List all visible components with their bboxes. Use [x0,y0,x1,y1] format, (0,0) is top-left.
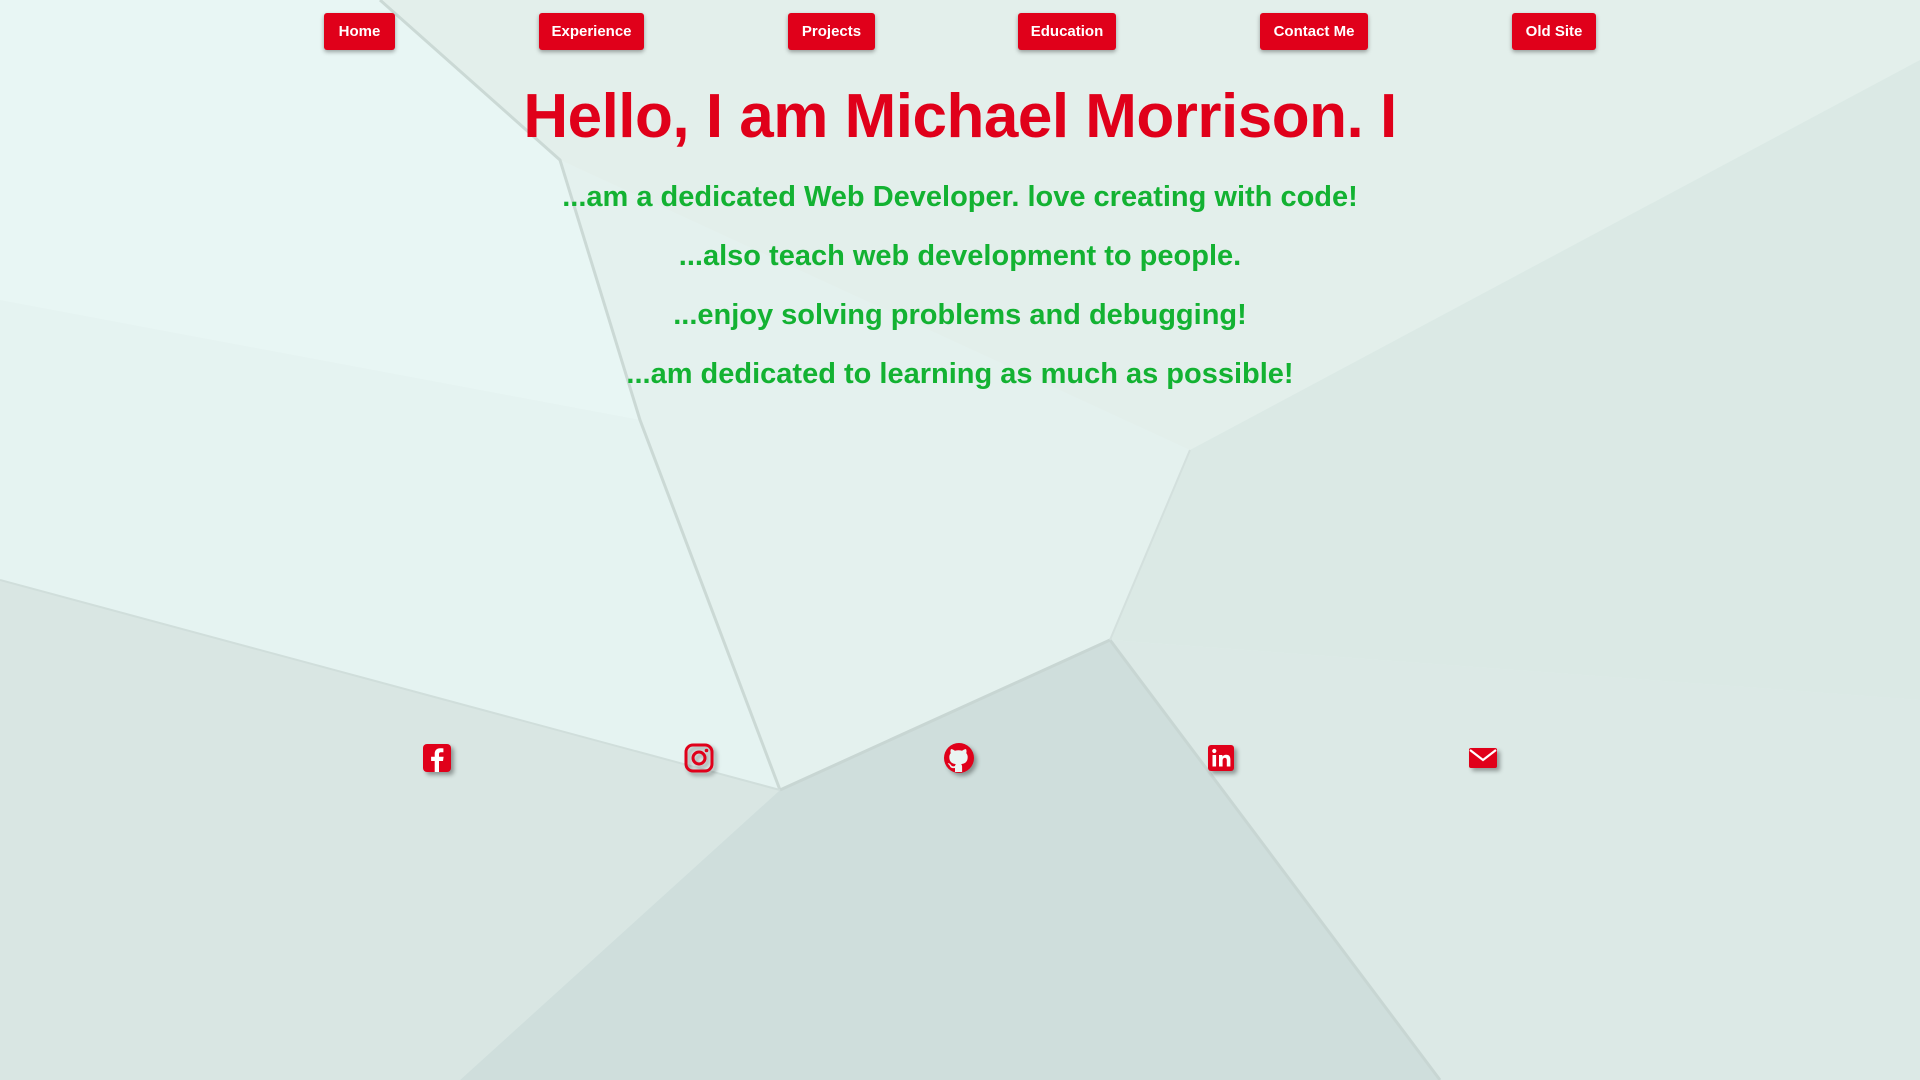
tagline-item: ...am dedicated to learning as much as p… [626,358,1294,390]
github-icon[interactable] [942,741,976,775]
facebook-icon[interactable] [420,741,454,775]
nav-education-button[interactable]: Education [1018,13,1116,50]
hero-heading: Hello, I am Michael Morrison. I [523,82,1397,151]
tagline-item: ...enjoy solving problems and debugging! [673,299,1247,331]
nav-experience-button[interactable]: Experience [539,13,644,50]
instagram-icon[interactable] [682,741,716,775]
nav-projects-button[interactable]: Projects [788,13,875,50]
tagline-list: ...am a dedicated Web Developer. love cr… [0,168,1920,404]
tagline-item: ...also teach web development to people. [678,240,1242,272]
social-links [0,741,1920,781]
nav-home-button[interactable]: Home [324,13,395,50]
linkedin-icon[interactable] [1204,741,1238,775]
tagline-item: ...am a dedicated Web Developer. love cr… [562,181,1358,213]
top-nav: Home Experience Projects Education Conta… [0,13,1920,50]
mail-icon[interactable] [1466,741,1500,775]
hero-section: Hello, I am Michael Morrison. I ...am a … [0,78,1920,404]
nav-old-site-button[interactable]: Old Site [1512,13,1596,50]
nav-contact-me-button[interactable]: Contact Me [1260,13,1368,50]
